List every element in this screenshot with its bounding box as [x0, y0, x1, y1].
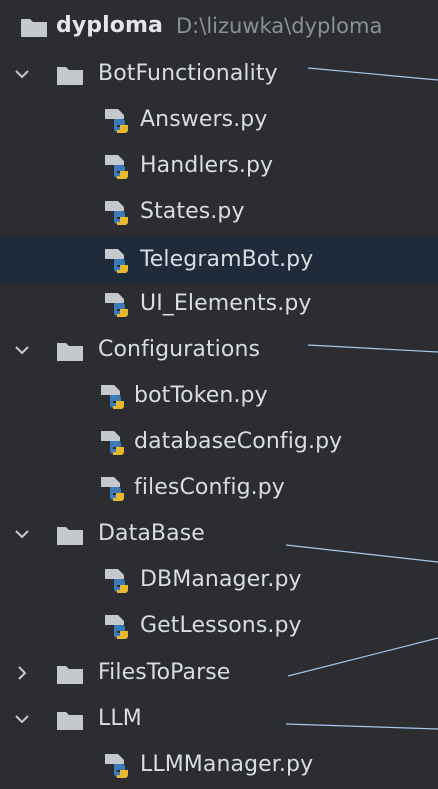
root-folder-name: dyploma [56, 13, 163, 38]
file-row-llmmanager[interactable]: LLMManager.py [0, 745, 438, 785]
file-row-databaseconfig[interactable]: databaseConfig.py [0, 422, 438, 462]
folder-icon [20, 16, 48, 38]
file-label: DBManager.py [140, 567, 302, 592]
folder-icon [56, 524, 84, 546]
file-row-ui-elements[interactable]: UI_Elements.py [0, 284, 438, 324]
folder-row-configurations[interactable]: Configurations [0, 330, 438, 370]
file-label: botToken.py [134, 383, 268, 408]
python-file-icon [102, 750, 132, 780]
folder-icon [56, 340, 84, 362]
file-row-getlessons[interactable]: GetLessons.py [0, 606, 438, 646]
file-label: LLMManager.py [140, 752, 314, 777]
chevron-down-icon[interactable] [14, 66, 30, 82]
file-label: databaseConfig.py [134, 429, 343, 454]
chevron-right-icon[interactable] [14, 665, 30, 681]
folder-label: LLM [98, 706, 142, 731]
folder-label: Configurations [98, 337, 261, 362]
file-row-filesconfig[interactable]: filesConfig.py [0, 468, 438, 508]
folder-row-database[interactable]: DataBase [0, 514, 438, 554]
folder-label: DataBase [98, 521, 205, 546]
python-file-icon [98, 427, 128, 457]
file-label: filesConfig.py [134, 475, 285, 500]
python-file-icon [102, 197, 132, 227]
root-folder-row[interactable]: dyploma D:\lizuwka\dyploma [0, 6, 438, 46]
folder-icon [56, 64, 84, 86]
python-file-icon [102, 565, 132, 595]
file-label: Handlers.py [140, 153, 274, 178]
folder-row-filestoparse[interactable]: FilesToParse [0, 653, 438, 693]
file-row-states[interactable]: States.py [0, 192, 438, 232]
file-row-telegrambot-selected[interactable]: TelegramBot.py [0, 237, 438, 283]
file-row-dbmanager[interactable]: DBManager.py [0, 560, 438, 600]
root-folder-path: D:\lizuwka\dyploma [176, 14, 383, 38]
file-label: GetLessons.py [140, 613, 302, 638]
python-file-icon [98, 473, 128, 503]
chevron-down-icon[interactable] [14, 526, 30, 542]
folder-icon [56, 663, 84, 685]
chevron-down-icon[interactable] [14, 342, 30, 358]
python-file-icon [102, 105, 132, 135]
file-row-answers[interactable]: Answers.py [0, 100, 438, 140]
folder-row-llm[interactable]: LLM [0, 699, 438, 739]
file-row-handlers[interactable]: Handlers.py [0, 146, 438, 186]
python-file-icon [102, 151, 132, 181]
folder-label: FilesToParse [98, 660, 231, 685]
python-file-icon [102, 245, 132, 275]
chevron-down-icon[interactable] [14, 711, 30, 727]
folder-row-botfunctionality[interactable]: BotFunctionality [0, 54, 438, 94]
file-label: TelegramBot.py [140, 247, 314, 272]
folder-icon [56, 709, 84, 731]
python-file-icon [102, 611, 132, 641]
python-file-icon [102, 289, 132, 319]
folder-label: BotFunctionality [98, 61, 278, 86]
project-tree-panel: dyploma D:\lizuwka\dyploma BotFunctional… [0, 0, 438, 789]
file-label: States.py [140, 199, 245, 224]
file-label: Answers.py [140, 107, 268, 132]
file-label: UI_Elements.py [140, 291, 312, 316]
file-row-bottoken[interactable]: botToken.py [0, 376, 438, 416]
python-file-icon [98, 381, 128, 411]
